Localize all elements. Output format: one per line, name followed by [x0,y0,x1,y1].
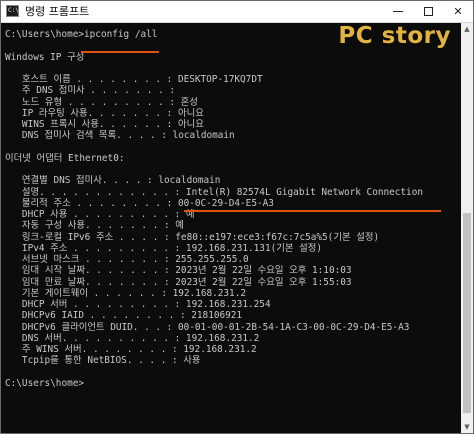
highlight-underline-command [81,51,159,53]
console-line: IPv4 주소 . . . . . . . . . : 192.168.231.… [5,242,323,254]
minimize-icon [393,11,403,12]
console-line: Tcpip를 통한 NetBIOS. . . . : 사용 [5,355,201,367]
console-line: 노드 유형 . . . . . . . . . : 혼성 [5,96,198,108]
console-line: 링크-로컬 IPv6 주소 . . . . : fe80::e197:ece3:… [5,231,380,243]
console-line: 기본 게이트웨이 . . . . . . : 192.168.231.2 [5,287,246,299]
console-line: IP 라우팅 사용. . . . . . . : 아니요 [5,107,204,119]
title-bar[interactable]: C:\ 명령 프롬프트 ✕ [1,1,473,23]
console-line: DNS 서버. . . . . . . . . . : 192.168.231.… [5,332,260,344]
highlight-underline-description [184,210,441,212]
cmd-icon: C:\ [6,5,19,17]
console-line: C:\Users\home> [5,377,85,389]
close-button[interactable]: ✕ [443,1,473,22]
console-line: DHCP 서버 . . . . . . . . . : 192.168.231.… [5,299,271,310]
console-output[interactable]: C:\Users\home>ipconfig /all Windows IP 구성… [5,29,457,429]
maximize-icon [423,7,433,16]
console-line: 물리적 주소 . . . . . . . . : 00-0C-29-D4-E5-… [5,197,274,209]
console-line: 주 WINS 서버. . . . . . . . : 192.168.231.2 [5,344,257,355]
command-prompt-window: C:\ 명령 프롬프트 ✕ C:\Users\home>ipconfig /al… [0,0,474,434]
console-line: Windows IP 구성 [5,51,85,63]
close-icon: ✕ [453,5,463,18]
console-line: 자동 구성 사용. . . . . . . : 예 [5,220,184,232]
console-line: DHCPv6 클라이언트 DUID. . . : 00-01-00-01-2B-… [5,321,410,333]
scroll-down-icon[interactable]: ▼ [461,421,473,433]
vertical-scrollbar[interactable]: ▲ ▼ [461,23,473,433]
console-line: 설명. . . . . . . . . . . . : Intel(R) 825… [5,186,423,198]
window-title: 명령 프롬프트 [25,5,90,18]
console-line: 주 DNS 접미사 . . . . . . . : [5,85,175,97]
console-line: 임대 시작 날짜. . . . . . . : 2023년 2월 22일 수요일… [5,265,352,277]
console-line: DHCPv6 IAID . . . . . . . . : 218106921 [5,310,243,322]
console-line: DNS 접미사 검색 목록. . . . : localdomain [5,130,235,142]
console-line: 서브넷 마스크 . . . . . . . : 255.255.255.0 [5,254,249,265]
watermark-logo: PC story [338,23,451,49]
console-line: 임대 만료 날짜. . . . . . . : 2023년 2월 22일 수요일… [5,276,352,288]
console-line: WINS 프록시 사용. . . . . . : 아니요 [5,119,204,130]
console-line: 연결별 DNS 접미사. . . . : localdomain [5,175,221,187]
console-line: 이더넷 어댑터 Ethernet0: [5,152,125,164]
scroll-thumb[interactable] [463,213,471,413]
maximize-button[interactable] [413,1,443,22]
minimize-button[interactable] [383,1,413,22]
scroll-up-icon[interactable]: ▲ [461,23,473,35]
console-line: 호스트 이름 . . . . . . . . : DESKTOP-17KQ7DT [5,74,263,85]
